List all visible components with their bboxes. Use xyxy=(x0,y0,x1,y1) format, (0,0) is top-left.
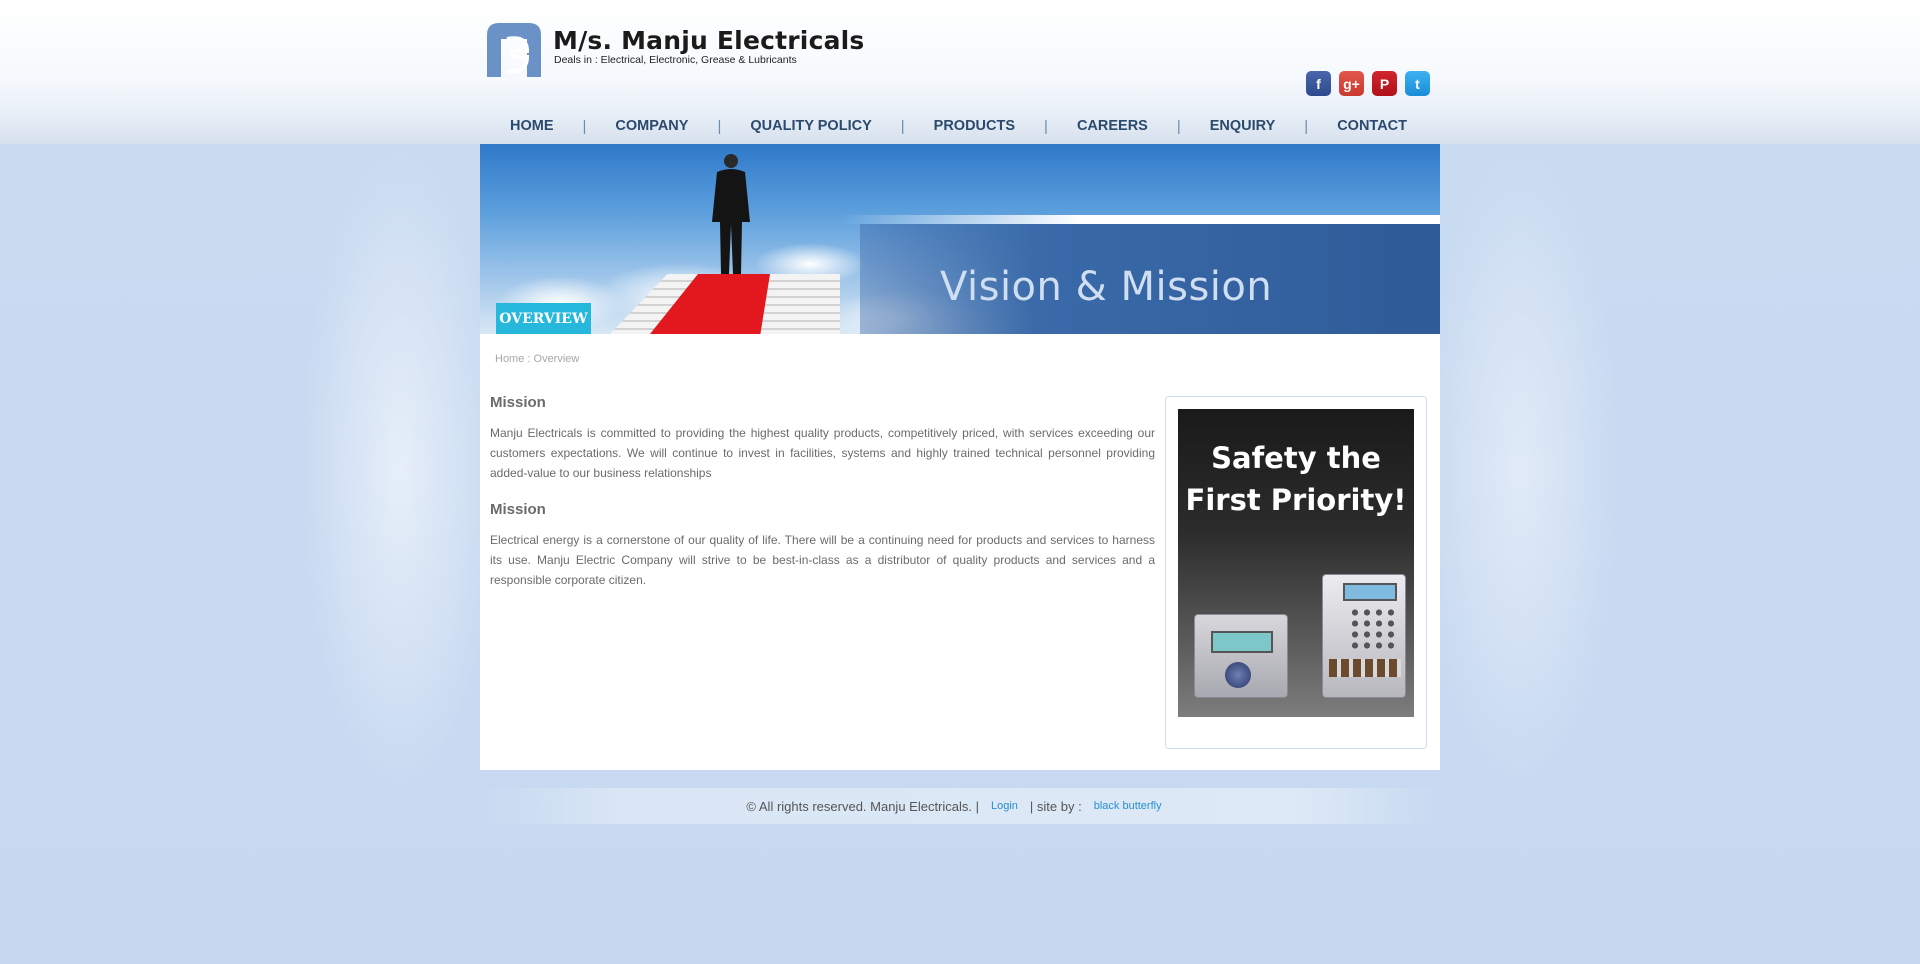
nav-products[interactable]: PRODUCTS xyxy=(914,118,1035,134)
nav-separator: | xyxy=(900,117,905,135)
nav-separator: | xyxy=(717,117,722,135)
safety-promo-image: Safety the First Priority! xyxy=(1178,409,1414,717)
nav-home[interactable]: HOME xyxy=(490,118,574,134)
pinterest-icon[interactable]: P xyxy=(1372,71,1397,96)
nav-quality-policy[interactable]: QUALITY POLICY xyxy=(730,118,891,134)
energy-meter-image xyxy=(1194,614,1288,698)
nav-careers[interactable]: CAREERS xyxy=(1057,118,1168,134)
promo-line-1: Safety the xyxy=(1211,441,1381,475)
promo-line-2: First Priority! xyxy=(1185,483,1407,517)
facebook-icon[interactable]: f xyxy=(1306,71,1331,96)
banner-stripe xyxy=(840,215,1440,224)
login-link[interactable]: Login xyxy=(991,800,1018,812)
hero-banner: Vision & Mission OVERVIEW xyxy=(480,144,1440,334)
nav-separator: | xyxy=(582,117,587,135)
main-nav: HOME | COMPANY | QUALITY POLICY | PRODUC… xyxy=(490,116,1427,136)
nav-company[interactable]: COMPANY xyxy=(595,118,708,134)
sidebar-promo-box: Safety the First Priority! xyxy=(1165,396,1427,749)
section-title: Mission xyxy=(490,394,546,411)
background-glow xyxy=(300,140,500,800)
nav-separator: | xyxy=(1304,117,1309,135)
businessman-figure xyxy=(712,154,750,274)
nav-contact[interactable]: CONTACT xyxy=(1317,118,1427,134)
content-area: Home : Overview Mission Manju Electrical… xyxy=(480,334,1440,770)
breadcrumb: Home : Overview xyxy=(495,353,580,365)
promo-headline: Safety the First Priority! xyxy=(1178,437,1414,521)
prepaid-meter-image xyxy=(1322,574,1406,698)
google-plus-icon[interactable]: g+ xyxy=(1339,71,1364,96)
section-title: Mission xyxy=(490,501,546,518)
overview-tag: OVERVIEW xyxy=(496,303,591,334)
site-tagline: Deals in : Electrical, Electronic, Greas… xyxy=(554,54,797,66)
company-logo[interactable] xyxy=(483,21,545,78)
background-glow xyxy=(1420,140,1620,800)
footer-site-by: | site by : xyxy=(1029,798,1082,814)
section-text: Electrical energy is a cornerstone of ou… xyxy=(490,533,1155,587)
banner-heading: Vision & Mission xyxy=(940,264,1273,310)
credit-link[interactable]: black butterfly xyxy=(1094,800,1162,812)
section-text: Manju Electricals is committed to provid… xyxy=(490,426,1155,480)
nav-separator: | xyxy=(1044,117,1048,135)
site-title: M/s. Manju Electricals xyxy=(553,26,865,55)
nav-separator: | xyxy=(1176,117,1181,135)
footer-copyright: © All rights reserved. Manju Electricals… xyxy=(746,798,979,814)
nav-enquiry[interactable]: ENQUIRY xyxy=(1190,118,1296,134)
twitter-icon[interactable]: t xyxy=(1405,71,1430,96)
main-column: Mission Manju Electricals is committed t… xyxy=(490,394,1155,608)
social-links: f g+ P t xyxy=(1306,71,1430,96)
footer: © All rights reserved. Manju Electricals… xyxy=(480,788,1440,824)
